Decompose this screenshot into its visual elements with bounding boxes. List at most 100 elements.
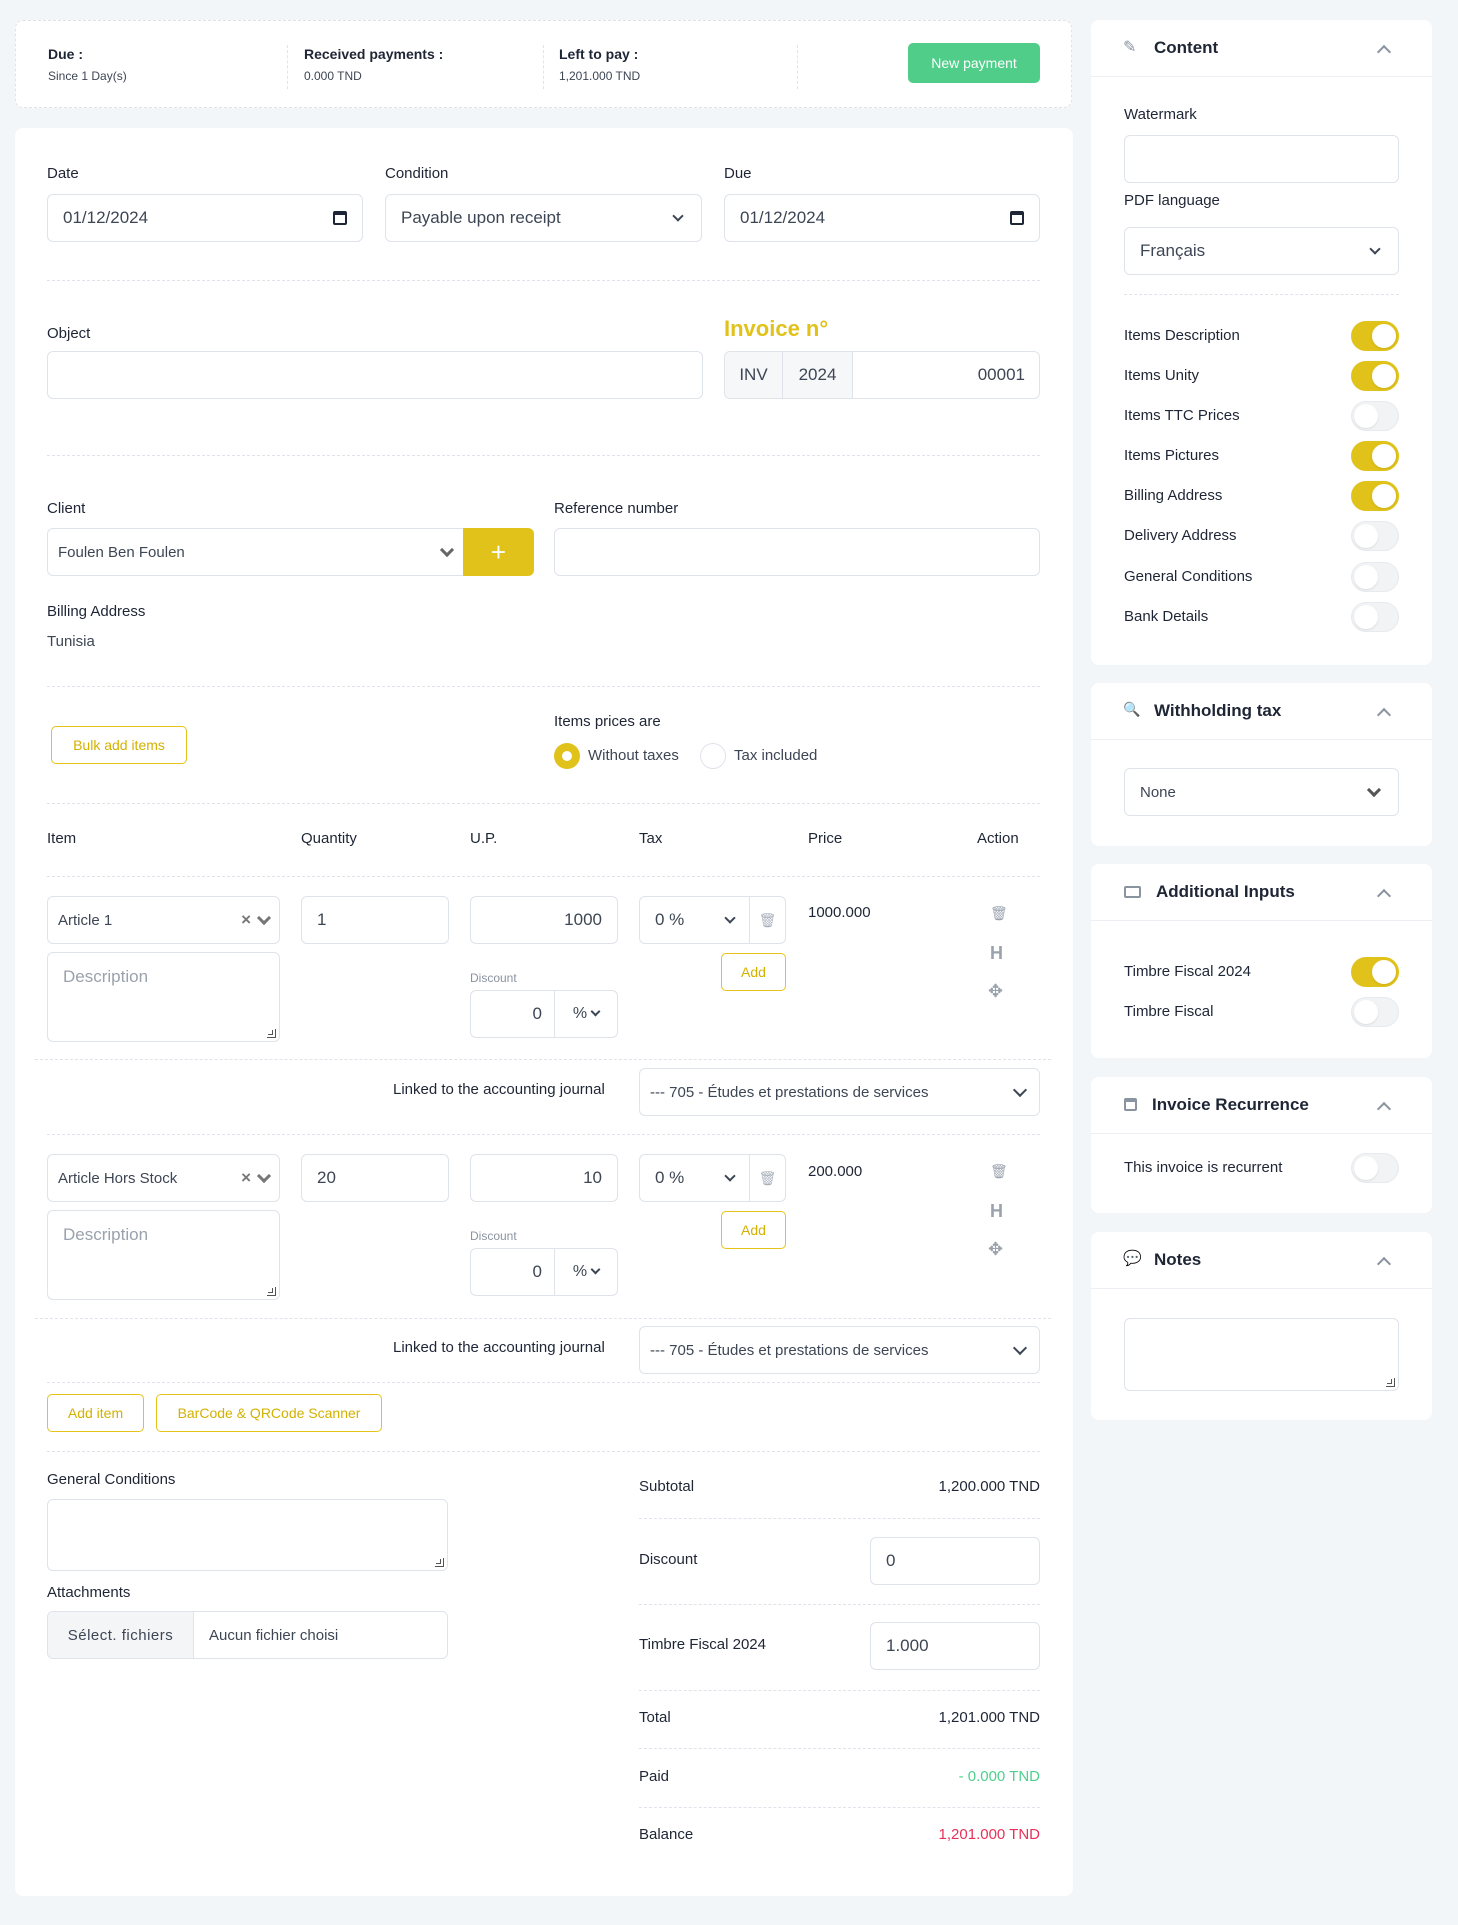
watermark-input[interactable] <box>1124 135 1399 183</box>
items-description-toggle[interactable] <box>1351 321 1399 351</box>
collapse-panel-button[interactable] <box>1376 1256 1392 1274</box>
reference-input[interactable] <box>554 528 1040 576</box>
resize-handle-icon[interactable] <box>267 1029 276 1038</box>
withholding-select[interactable]: None <box>1124 768 1399 816</box>
item-select[interactable]: Article Hors Stock × <box>47 1154 280 1202</box>
pdf-language-select[interactable]: Français <box>1124 227 1399 275</box>
add-client-button[interactable]: + <box>463 528 534 576</box>
discount-type-select[interactable]: % <box>555 991 617 1037</box>
description-input[interactable]: Description <box>47 1210 280 1300</box>
move-icon[interactable]: ✥ <box>988 981 1003 1002</box>
object-input[interactable] <box>47 351 703 399</box>
collapse-panel-button[interactable] <box>1376 1101 1392 1119</box>
trash-icon[interactable]: 🗑 <box>749 1154 786 1202</box>
tax-select[interactable]: 0 % <box>639 1154 750 1202</box>
watermark-label: Watermark <box>1124 106 1197 123</box>
trash-icon[interactable]: 🗑 <box>990 905 1008 922</box>
toggle-label: General Conditions <box>1124 568 1253 585</box>
divider <box>47 1134 1040 1135</box>
divider <box>639 1807 1040 1808</box>
condition-select[interactable]: Payable upon receipt <box>385 194 702 242</box>
trash-icon[interactable]: 🗑 <box>749 896 786 944</box>
discount-input[interactable]: 0 <box>471 1249 555 1295</box>
due-date-input[interactable]: 01/12/2024 <box>724 194 1040 242</box>
close-icon[interactable]: × <box>241 1168 251 1188</box>
heading-icon[interactable]: H <box>990 943 1003 964</box>
toggle-label: Items TTC Prices <box>1124 407 1240 424</box>
notes-input[interactable] <box>1124 1318 1399 1391</box>
divider <box>639 1748 1040 1749</box>
discount-input[interactable]: 0 <box>471 991 555 1037</box>
chevron-down-icon <box>256 910 272 925</box>
calendar-icon[interactable] <box>333 211 347 225</box>
add-tax-button[interactable]: Add <box>721 1211 786 1249</box>
tax-select[interactable]: 0 % <box>639 896 750 944</box>
chevron-down-icon <box>724 1169 736 1182</box>
collapse-panel-button[interactable] <box>1376 888 1392 906</box>
chevron-down-icon <box>590 1264 601 1275</box>
journal-value: --- 705 - Études et prestations de servi… <box>650 1083 929 1101</box>
general-conditions-toggle[interactable] <box>1351 562 1399 592</box>
client-value: Foulen Ben Foulen <box>58 543 185 561</box>
journal-value: --- 705 - Études et prestations de servi… <box>650 1341 929 1359</box>
discount-type-select[interactable]: % <box>555 1249 617 1295</box>
billing-address-toggle[interactable] <box>1351 481 1399 511</box>
journal-select[interactable]: --- 705 - Études et prestations de servi… <box>639 1326 1040 1374</box>
timbre-fiscal-2024-toggle[interactable] <box>1351 957 1399 987</box>
divider <box>543 45 544 89</box>
recurrence-toggle[interactable] <box>1351 1153 1399 1183</box>
content-title: Content <box>1154 38 1219 57</box>
general-conditions-input[interactable] <box>47 1499 448 1571</box>
balance-label: Balance <box>639 1826 694 1843</box>
delivery-address-toggle[interactable] <box>1351 521 1399 551</box>
date-input[interactable]: 01/12/2024 <box>47 194 363 242</box>
header-action: Action <box>977 830 1019 847</box>
calendar-icon[interactable] <box>1010 211 1024 225</box>
withholding-panel: 🔍 Withholding tax None <box>1091 683 1432 846</box>
resize-handle-icon[interactable] <box>1386 1378 1395 1387</box>
unit-price-input[interactable]: 1000 <box>470 896 618 944</box>
invoice-number-input[interactable]: 00001 <box>853 352 1039 398</box>
invoice-recurrence-panel: Invoice Recurrence This invoice is recur… <box>1091 1077 1432 1213</box>
timbre-input[interactable]: 1.000 <box>870 1622 1040 1670</box>
trash-icon[interactable]: 🗑 <box>990 1163 1008 1180</box>
client-select[interactable]: Foulen Ben Foulen <box>47 528 465 576</box>
items-ttc-prices-toggle[interactable] <box>1351 401 1399 431</box>
quantity-input[interactable]: 20 <box>301 1154 449 1202</box>
tax-included-radio[interactable] <box>700 743 726 769</box>
add-tax-button[interactable]: Add <box>721 953 786 991</box>
divider <box>47 876 1040 877</box>
collapse-panel-button[interactable] <box>1376 707 1392 725</box>
journal-select[interactable]: --- 705 - Études et prestations de servi… <box>639 1068 1040 1116</box>
item-select[interactable]: Article 1 × <box>47 896 280 944</box>
discount-total-input[interactable]: 0 <box>870 1537 1040 1585</box>
file-input[interactable]: Sélect. fichiers Aucun fichier choisi <box>47 1611 448 1659</box>
bank-details-toggle[interactable] <box>1351 602 1399 632</box>
resize-handle-icon[interactable] <box>267 1287 276 1296</box>
resize-handle-icon[interactable] <box>435 1558 444 1567</box>
collapse-panel-button[interactable] <box>1376 44 1392 62</box>
select-files-button[interactable]: Sélect. fichiers <box>48 1612 194 1658</box>
invoice-year: 2024 <box>783 352 853 398</box>
header-up: U.P. <box>470 830 498 847</box>
items-pictures-toggle[interactable] <box>1351 441 1399 471</box>
attachments-label: Attachments <box>47 1584 131 1601</box>
tax-value: 0 % <box>655 910 685 929</box>
discount-total-value: 0 <box>886 1551 896 1570</box>
header-tax: Tax <box>639 830 663 847</box>
heading-icon[interactable]: H <box>990 1201 1003 1222</box>
timbre-fiscal-toggle[interactable] <box>1351 997 1399 1027</box>
close-icon[interactable]: × <box>241 910 251 930</box>
description-input[interactable]: Description <box>47 952 280 1042</box>
quantity-input[interactable]: 1 <box>301 896 449 944</box>
items-unity-toggle[interactable] <box>1351 361 1399 391</box>
without-taxes-radio[interactable] <box>554 743 580 769</box>
general-conditions-label: General Conditions <box>47 1471 176 1488</box>
unit-price-input[interactable]: 10 <box>470 1154 618 1202</box>
bulk-add-items-button[interactable]: Bulk add items <box>51 726 187 764</box>
add-item-button[interactable]: Add item <box>47 1394 144 1432</box>
new-payment-button[interactable]: New payment <box>908 43 1040 83</box>
divider <box>1091 76 1432 77</box>
move-icon[interactable]: ✥ <box>988 1239 1003 1260</box>
barcode-scanner-button[interactable]: BarCode & QRCode Scanner <box>156 1394 382 1432</box>
